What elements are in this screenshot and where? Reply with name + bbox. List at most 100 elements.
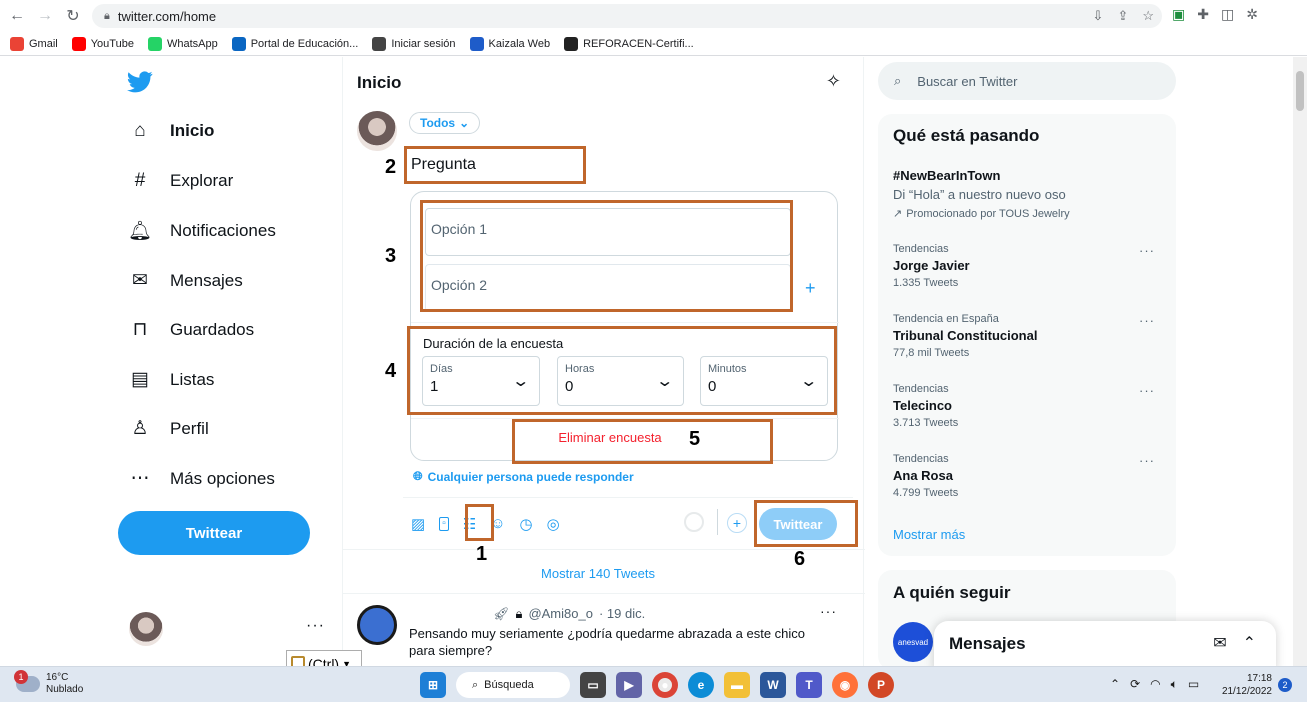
word-icon[interactable]: W <box>760 672 786 698</box>
twitter-bird-icon[interactable] <box>127 69 153 100</box>
sidebar-item-más-opciones[interactable]: ⋯ Más opciones <box>128 467 275 490</box>
trend-more-icon[interactable]: ··· <box>1139 383 1155 398</box>
bookmark-item[interactable]: Kaizala Web <box>469 36 550 51</box>
bookmark-icon: ⊓ <box>132 319 148 340</box>
file-explorer-icon[interactable]: ▬ <box>724 672 750 698</box>
sidebar-item-inicio[interactable]: ⌂ Inicio <box>128 120 214 142</box>
wifi-icon[interactable]: ◠ <box>1150 677 1160 692</box>
globe-icon: 🌐︎ <box>413 469 423 483</box>
sidebar-item-label: Mensajes <box>170 270 243 290</box>
star-icon[interactable]: ☆ <box>1142 8 1154 24</box>
powerpoint-icon[interactable]: P <box>868 672 894 698</box>
add-tweet-icon[interactable]: + <box>727 513 747 533</box>
sparkle-icon[interactable]: ✧ <box>826 71 841 92</box>
location-icon[interactable]: ◎ <box>547 515 560 533</box>
tweet-handle[interactable]: @Ami8o_o <box>528 606 593 622</box>
install-icon[interactable]: ⇩ <box>1093 8 1104 24</box>
sidebar-item-guardados[interactable]: ⊓ Guardados <box>128 318 255 341</box>
account-avatar[interactable] <box>129 612 163 646</box>
sidepanel-icon[interactable]: ◫ <box>1221 6 1234 23</box>
messages-drawer[interactable]: Mensajes ✉ ⌃ <box>934 621 1276 666</box>
show-more-trends-link[interactable]: Mostrar más <box>893 527 965 542</box>
annotation-number-5: 5 <box>689 428 701 450</box>
bookmark-item[interactable]: Iniciar sesión <box>372 36 456 51</box>
annotation-box-4 <box>407 326 837 415</box>
trend-context: Tendencias <box>893 243 949 255</box>
puzzle-icon[interactable]: ✚ <box>1197 6 1209 23</box>
schedule-icon[interactable]: ◷ <box>520 515 533 533</box>
task-view-icon[interactable]: ▭ <box>580 672 606 698</box>
back-arrow-icon[interactable]: ← <box>6 5 28 27</box>
notification-badge[interactable]: 2 <box>1278 678 1292 692</box>
composer-avatar[interactable] <box>357 111 397 151</box>
add-option-icon[interactable]: + <box>805 278 816 299</box>
sidebar-item-perfil[interactable]: ♙ Perfil <box>128 417 209 440</box>
tweet-author-avatar[interactable] <box>357 605 397 645</box>
reply-setting-button[interactable]: 🌐︎ Cualquier persona puede responder <box>413 469 634 484</box>
bookmark-item[interactable]: Gmail <box>10 36 58 51</box>
reload-icon[interactable]: ↻ <box>62 5 84 27</box>
sidebar-item-label: Inicio <box>170 121 215 140</box>
audience-label: Todos <box>420 116 456 130</box>
sidebar-item-mensajes[interactable]: ✉ Mensajes <box>128 269 243 292</box>
show-more-tweets-link[interactable]: Mostrar 140 Tweets <box>343 566 853 581</box>
gif-icon[interactable]: ▫ <box>439 517 449 531</box>
clock[interactable]: 17:18 21/12/2022 <box>1220 672 1272 698</box>
sync-icon[interactable]: ⟳ <box>1130 677 1140 692</box>
image-icon[interactable]: ▨ <box>411 515 425 533</box>
trend-item[interactable]: Tendencia en España Tribunal Constitucion… <box>893 313 1163 359</box>
trend-more-icon[interactable]: ··· <box>1139 453 1155 468</box>
tweet-date[interactable]: · 19 dic. <box>599 606 645 622</box>
toolbar-separator <box>717 509 718 535</box>
chevron-up-icon[interactable]: ⌃ <box>1110 677 1120 692</box>
search-input[interactable]: ⌕ Buscar en Twitter <box>878 62 1176 100</box>
firefox-icon[interactable]: ◉ <box>832 672 858 698</box>
trend-more-icon[interactable]: ··· <box>1139 243 1155 258</box>
account-more-icon[interactable]: ··· <box>306 617 325 635</box>
trend-item[interactable]: Tendencias Ana Rosa 4.799 Tweets ··· <box>893 453 1163 499</box>
sidebar-item-notificaciones[interactable]: 🔔︎ Notificaciones <box>128 219 276 243</box>
trend-item[interactable]: Tendencias Telecinco 3.713 Tweets ··· <box>893 383 1163 429</box>
promoted-icon: ↗ <box>893 208 903 220</box>
sidebar-item-explorar[interactable]: # Explorar <box>128 170 234 192</box>
bookmark-item[interactable]: Portal de Educación... <box>231 36 358 51</box>
bookmark-item[interactable]: REFORACEN-Certifi... <box>564 36 694 51</box>
lock-icon: 🔒︎ <box>515 606 523 621</box>
bookmark-item[interactable]: WhatsApp <box>147 36 218 51</box>
sidebar-item-label: Perfil <box>170 418 209 438</box>
trend-item[interactable]: Tendencias Jorge Javier 1.335 Tweets ··· <box>893 243 1163 289</box>
chevron-down-icon: ⌄ <box>459 116 470 130</box>
follow-suggestion-avatar[interactable]: anesvad <box>893 622 933 662</box>
annotation-number-1: 1 <box>476 543 488 565</box>
taskbar-search[interactable]: ⌕ Búsqueda <box>456 672 570 698</box>
teams-chat-icon[interactable]: ▶ <box>616 672 642 698</box>
bookmark-item[interactable]: YouTube <box>71 36 134 51</box>
bookmark-label: YouTube <box>90 37 134 50</box>
chrome-icon[interactable]: ● <box>652 672 678 698</box>
start-icon[interactable]: ⊞ <box>420 672 446 698</box>
teams-icon[interactable]: T <box>796 672 822 698</box>
edge-icon[interactable]: e <box>688 672 714 698</box>
page-scrollbar[interactable] <box>1293 57 1307 666</box>
address-bar[interactable]: 🔒︎ twitter.com/home ⇩ ⇪ ☆ <box>92 4 1162 28</box>
audience-selector[interactable]: Todos ⌄ <box>409 112 481 134</box>
battery-icon[interactable]: ▭ <box>1188 677 1199 692</box>
url-text[interactable]: twitter.com/home <box>118 9 216 24</box>
sidebar-item-listas[interactable]: ▤ Listas <box>128 368 214 391</box>
new-message-icon[interactable]: ✉ <box>1213 633 1226 653</box>
expand-up-icon[interactable]: ⌃ <box>1243 633 1256 653</box>
trend-more-icon[interactable]: ··· <box>1139 313 1155 328</box>
settings-gear-icon[interactable]: ✲ <box>1246 6 1258 23</box>
lock-icon: 🔒︎ <box>104 9 110 22</box>
tweet-more-icon[interactable]: ··· <box>820 603 837 619</box>
promoted-trend[interactable]: #NewBearInTown Di “Hola” a nuestro nuevo… <box>893 168 1163 220</box>
extension-green-icon[interactable]: ▣ <box>1172 6 1185 23</box>
trend-name: Jorge Javier <box>893 258 970 273</box>
clock-date: 21/12/2022 <box>1221 686 1272 697</box>
share-icon[interactable]: ⇪ <box>1117 8 1128 24</box>
messages-title: Mensajes <box>949 634 1026 653</box>
weather-widget[interactable]: 1 16°C Nublado <box>14 670 83 696</box>
sidebar-tweet-button[interactable]: Twittear <box>118 511 310 555</box>
forward-arrow-icon[interactable]: → <box>34 5 56 27</box>
volume-icon[interactable]: 🔈︎ <box>1171 677 1178 692</box>
